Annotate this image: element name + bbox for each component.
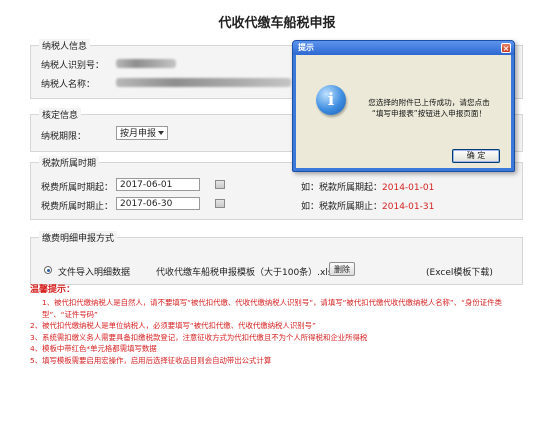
tips-title: 温馨提示： [30,285,76,295]
example-end-date: 2014-01-31 [382,202,435,212]
period-start-label: 税费所属时期起： [41,183,114,193]
period-start-input[interactable]: 2017-06-01 [116,178,200,191]
taxpayer-id-redacted [116,59,176,68]
detail-method-legend: 缴费明细申报方式 [39,231,118,244]
taxpayer-name-label: 纳税人名称： [41,80,96,90]
tip-item: 3、系统需扣缴义务人需要具备扣缴税款登记，注意征收方式为代扣代缴且不为个人所得税… [30,332,368,342]
period-select-value: 按月申报 [120,129,157,139]
taxpayer-id-label: 纳税人识别号： [41,61,105,71]
example-start-date: 2014-01-01 [382,183,435,193]
period-end-label: 税费所属时期止： [41,202,114,212]
dialog-message-line1: 您选择的附件已上传成功，请您点击 [368,98,490,107]
calendar-icon[interactable] [215,180,225,189]
template-download-link[interactable]: (Excel模板下载) [426,265,493,278]
tax-period-legend: 税款所属时期 [39,156,100,169]
detail-method-panel: 缴费明细申报方式 文件导入明细数据 代收代缴车船税申报模板（大于100条）.xl… [30,231,523,285]
ok-button[interactable]: 确 定 [452,149,500,163]
dialog-message-line2: “填写申报表”按钮进入申报页面！ [371,109,487,118]
taxpayer-info-legend: 纳税人信息 [39,39,91,52]
delete-file-button[interactable]: 删除 [329,262,355,276]
example-end: 如：税款所属期止：2014-01-31 [301,199,434,212]
tip-item: 1、被代扣代缴纳税人是自然人，请不要填写“被代扣代缴、代收代缴纳税人识别号”，请… [42,298,502,319]
example-end-prefix: 如：税款所属期止： [301,202,383,212]
period-select[interactable]: 按月申报 [116,126,168,140]
info-icon: i [316,85,346,115]
tips-section: 温馨提示： 1、被代扣代缴纳税人是自然人，请不要填写“被代扣代缴、代收代缴纳税人… [30,284,530,367]
dialog-titlebar[interactable]: 提示 × [293,41,514,55]
dialog-message: 您选择的附件已上传成功，请您点击 “填写申报表”按钮进入申报页面！ [354,97,504,119]
verify-info-legend: 核定信息 [39,108,82,121]
example-start-prefix: 如：税款所属期起： [301,183,383,193]
tip-item: 2、被代扣代缴纳税人是单位纳税人，必须要填写“被代扣代缴、代收代缴纳税人识别号” [30,321,316,331]
tip-item: 4、模板中带红色*单元格都需填写数据 [30,344,157,354]
tip-item: 5、填写模板需要启用宏操作，启用后选择征收品目则会自动带出公式计算 [30,355,272,365]
chevron-down-icon [158,131,164,135]
period-end-input[interactable]: 2017-06-30 [116,197,200,210]
taxpayer-name-redacted [116,78,291,87]
import-file-radio[interactable] [44,266,52,274]
upload-success-dialog: 提示 × i 您选择的附件已上传成功，请您点击 “填写申报表”按钮进入申报页面！… [292,40,515,172]
dialog-body: i 您选择的附件已上传成功，请您点击 “填写申报表”按钮进入申报页面！ 确 定 [296,55,511,168]
dialog-title: 提示 [298,43,314,52]
close-icon[interactable]: × [501,43,511,53]
calendar-icon[interactable] [215,199,225,208]
import-file-label: 文件导入明细数据 [58,268,131,278]
period-label: 纳税期限： [41,132,87,142]
uploaded-file-name: 代收代缴车船税申报模板（大于100条）.xls [156,268,333,278]
example-start: 如：税款所属期起：2014-01-01 [301,180,434,193]
page-title: 代收代缴车船税申报 [218,16,336,31]
